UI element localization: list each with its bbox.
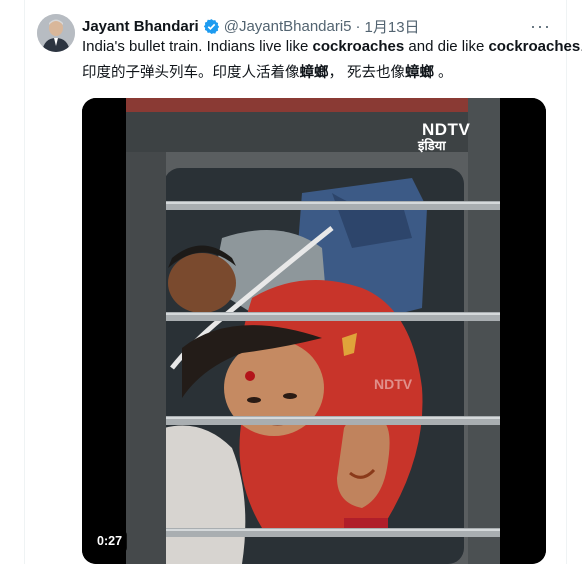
tweet-text-chinese: 印度的子弹头列车。印度人活着像蟑螂， 死去也像蟑螂 。 — [82, 65, 453, 81]
tweet-header: Jayant Bhandari @JayantBhandari5 · 1月13日 — [82, 15, 420, 37]
tweet-card[interactable]: Jayant Bhandari @JayantBhandari5 · 1月13日… — [0, 0, 582, 564]
verified-badge-icon — [203, 18, 220, 35]
timeline-border-left — [24, 0, 25, 564]
tweet-date[interactable]: 1月13日 — [365, 16, 420, 37]
separator-dot: · — [355, 17, 361, 35]
tweet-text-english: India's bullet train. Indians live like … — [82, 38, 582, 55]
author-name[interactable]: Jayant Bhandari — [82, 18, 199, 35]
author-handle[interactable]: @JayantBhandari5 — [224, 18, 352, 35]
video-duration-badge: 0:27 — [92, 531, 128, 552]
more-options-icon[interactable]: ··· — [530, 17, 550, 35]
video-frame — [82, 98, 546, 564]
timeline-border-right — [566, 0, 567, 564]
avatar[interactable] — [37, 14, 75, 52]
video-player[interactable]: NDTV इंडिया NDTV 0:27 — [82, 98, 546, 564]
ndtv-watermark-bottom: इंडिया — [418, 138, 446, 153]
ndtv-watermark-faded: NDTV — [374, 376, 413, 392]
